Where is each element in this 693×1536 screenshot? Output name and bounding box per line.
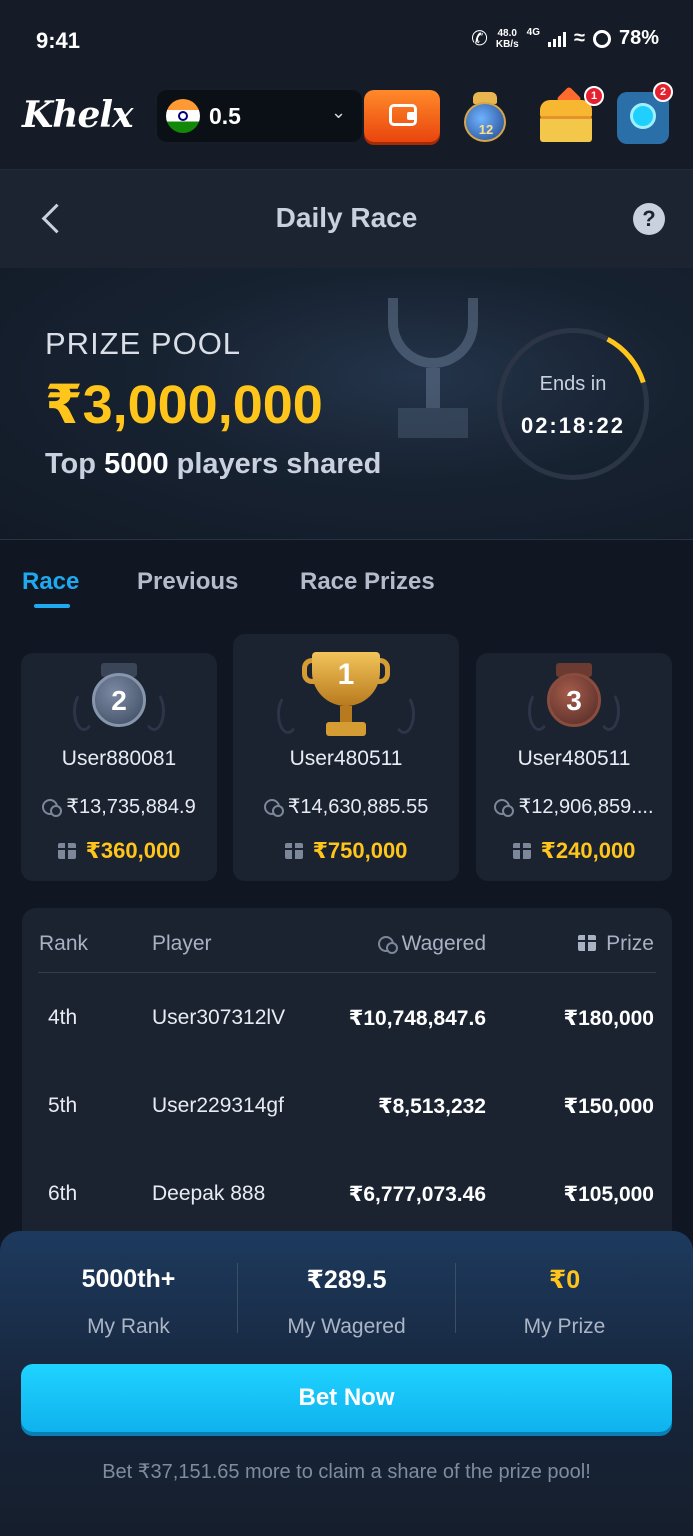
tab-race-prizes[interactable]: Race Prizes <box>300 568 435 596</box>
row-wagered: ₹8,513,232 <box>377 1095 486 1118</box>
my-wagered-value: ₹289.5 <box>306 1266 387 1294</box>
net-speed: 48.0 KB/s <box>495 27 519 50</box>
status-bar: 9:41 ✆ 48.0 KB/s 4G ≈ 78% <box>0 0 693 80</box>
battery-ring-icon <box>592 29 611 48</box>
balance-value: 0.5 <box>209 103 241 129</box>
row-wagered: ₹10,748,847.6 <box>348 1007 486 1030</box>
podium-username: User480511 <box>517 747 631 770</box>
prize-pool-amount: ₹3,000,000 <box>45 375 323 435</box>
my-wagered-label: My Wagered <box>287 1315 406 1338</box>
table-row[interactable]: 5th User229314gf ₹8,513,232 ₹150,000 <box>22 1094 672 1182</box>
gift-icon <box>511 843 532 859</box>
coins-icon <box>263 799 284 817</box>
row-player: User229314gf <box>152 1094 284 1117</box>
column-header-prize: Prize <box>577 932 654 956</box>
wifi-icon: ≈ <box>573 27 585 49</box>
timer-progress-arc <box>470 301 676 507</box>
header-divider <box>38 972 656 973</box>
row-rank: 4th <box>48 1006 78 1029</box>
bet-now-button[interactable]: Bet Now <box>21 1364 672 1432</box>
race-tabs: Race Previous Race Prizes <box>0 540 693 630</box>
row-rank: 6th <box>48 1182 78 1205</box>
gift-icon <box>577 935 598 951</box>
coins-icon <box>377 936 398 954</box>
rewards-chest-button[interactable]: 1 <box>536 86 604 144</box>
treasure-jar-button[interactable]: 12 <box>461 88 509 144</box>
podium-card-2nd[interactable]: 2 User880081 ₹13,735,884.9 ₹360,000 <box>21 653 217 881</box>
wallet-icon <box>389 104 417 126</box>
table-row[interactable]: 6th Deepak 888 ₹6,777,073.46 ₹105,000 <box>22 1182 672 1238</box>
podium-prize: ₹360,000 <box>21 838 217 864</box>
battery-percent: 78% <box>618 27 659 49</box>
my-prize-value: ₹0 <box>548 1266 581 1294</box>
podium-card-3rd[interactable]: 3 User480511 ₹12,906,859.... ₹240,000 <box>476 653 672 881</box>
coins-icon <box>42 799 63 817</box>
india-flag-icon <box>166 99 200 133</box>
podium-wagered: ₹12,906,859.... <box>476 794 672 819</box>
network-type: 4G <box>526 27 540 38</box>
column-header-wagered: Wagered <box>377 932 486 956</box>
podium-prize: ₹240,000 <box>476 838 672 864</box>
trophy-background-icon <box>378 298 488 478</box>
call-icon: ✆ <box>471 28 488 50</box>
row-wagered: ₹6,777,073.46 <box>348 1183 486 1206</box>
countdown-timer: Ends in 02:18:22 <box>497 328 649 480</box>
app-logo[interactable]: Khelx <box>22 94 134 136</box>
table-row[interactable]: 4th User307312lV ₹10,748,847.6 ₹180,000 <box>22 1006 672 1094</box>
status-time: 9:41 <box>36 28 81 53</box>
row-prize: ₹105,000 <box>563 1183 654 1206</box>
status-icons: ✆ 48.0 KB/s 4G ≈ 78% <box>471 26 659 51</box>
support-badge: 2 <box>653 82 673 102</box>
signal-icon <box>547 31 566 47</box>
tab-previous[interactable]: Previous <box>137 568 238 596</box>
podium-card-1st[interactable]: 1 User480511 ₹14,630,885.55 ₹750,000 <box>233 634 459 881</box>
page-title: Daily Race <box>275 202 418 233</box>
coins-icon <box>494 799 515 817</box>
app-header: Khelx 0.5 ⌄ 12 1 2 <box>0 80 693 170</box>
active-tab-indicator <box>34 604 70 608</box>
ends-in-label: Ends in <box>539 373 607 395</box>
bronze-medal-icon: 3 <box>547 673 601 727</box>
prize-pool-subtitle: Top 5000 players shared <box>45 448 382 480</box>
my-prize-label: My Prize <box>523 1315 606 1338</box>
row-prize: ₹180,000 <box>563 1007 654 1030</box>
prize-pool-banner: PRIZE POOL ₹3,000,000 Top 5000 players s… <box>0 268 693 540</box>
row-player: User307312lV <box>152 1006 286 1029</box>
bet-more-hint: Bet ₹37,151.65 more to claim a share of … <box>102 1461 591 1483</box>
my-rank-label: My Rank <box>87 1315 170 1338</box>
chest-badge: 1 <box>584 86 604 106</box>
gift-icon <box>56 843 77 859</box>
tab-race[interactable]: Race <box>22 568 79 596</box>
prize-pool-label: PRIZE POOL <box>45 326 242 361</box>
podium-wagered: ₹13,735,884.9 <box>21 794 217 819</box>
support-button[interactable]: 2 <box>617 82 673 144</box>
chest-icon <box>540 116 592 142</box>
my-rank-value: 5000th+ <box>81 1265 176 1293</box>
wallet-button[interactable] <box>364 90 440 142</box>
row-player: Deepak 888 <box>152 1182 266 1205</box>
row-prize: ₹150,000 <box>563 1095 654 1118</box>
my-stats-panel: 5000th+ My Rank ₹289.5 My Wagered ₹0 My … <box>0 1231 693 1536</box>
gold-trophy-icon: 1 <box>302 652 390 748</box>
podium-wagered: ₹14,630,885.55 <box>233 794 459 819</box>
title-bar: Daily Race ? <box>0 170 693 268</box>
podium-username: User480511 <box>289 747 403 770</box>
podium-username: User880081 <box>61 747 177 770</box>
help-icon[interactable]: ? <box>633 203 665 235</box>
jar-count: 12 <box>478 122 494 137</box>
column-header-rank: Rank <box>39 932 89 955</box>
first-place-number: 1 <box>337 658 355 691</box>
silver-medal-icon: 2 <box>92 673 146 727</box>
podium-prize: ₹750,000 <box>233 838 459 864</box>
leaderboard-table: Rank Player Wagered Prize 4th User307312… <box>22 908 672 1238</box>
support-icon <box>630 103 656 129</box>
column-header-player: Player <box>152 932 212 955</box>
row-rank: 5th <box>48 1094 78 1117</box>
currency-selector[interactable]: 0.5 ⌄ <box>157 90 362 142</box>
chevron-down-icon: ⌄ <box>331 102 347 122</box>
countdown-value: 02:18:22 <box>520 413 626 438</box>
gift-icon <box>283 843 304 859</box>
